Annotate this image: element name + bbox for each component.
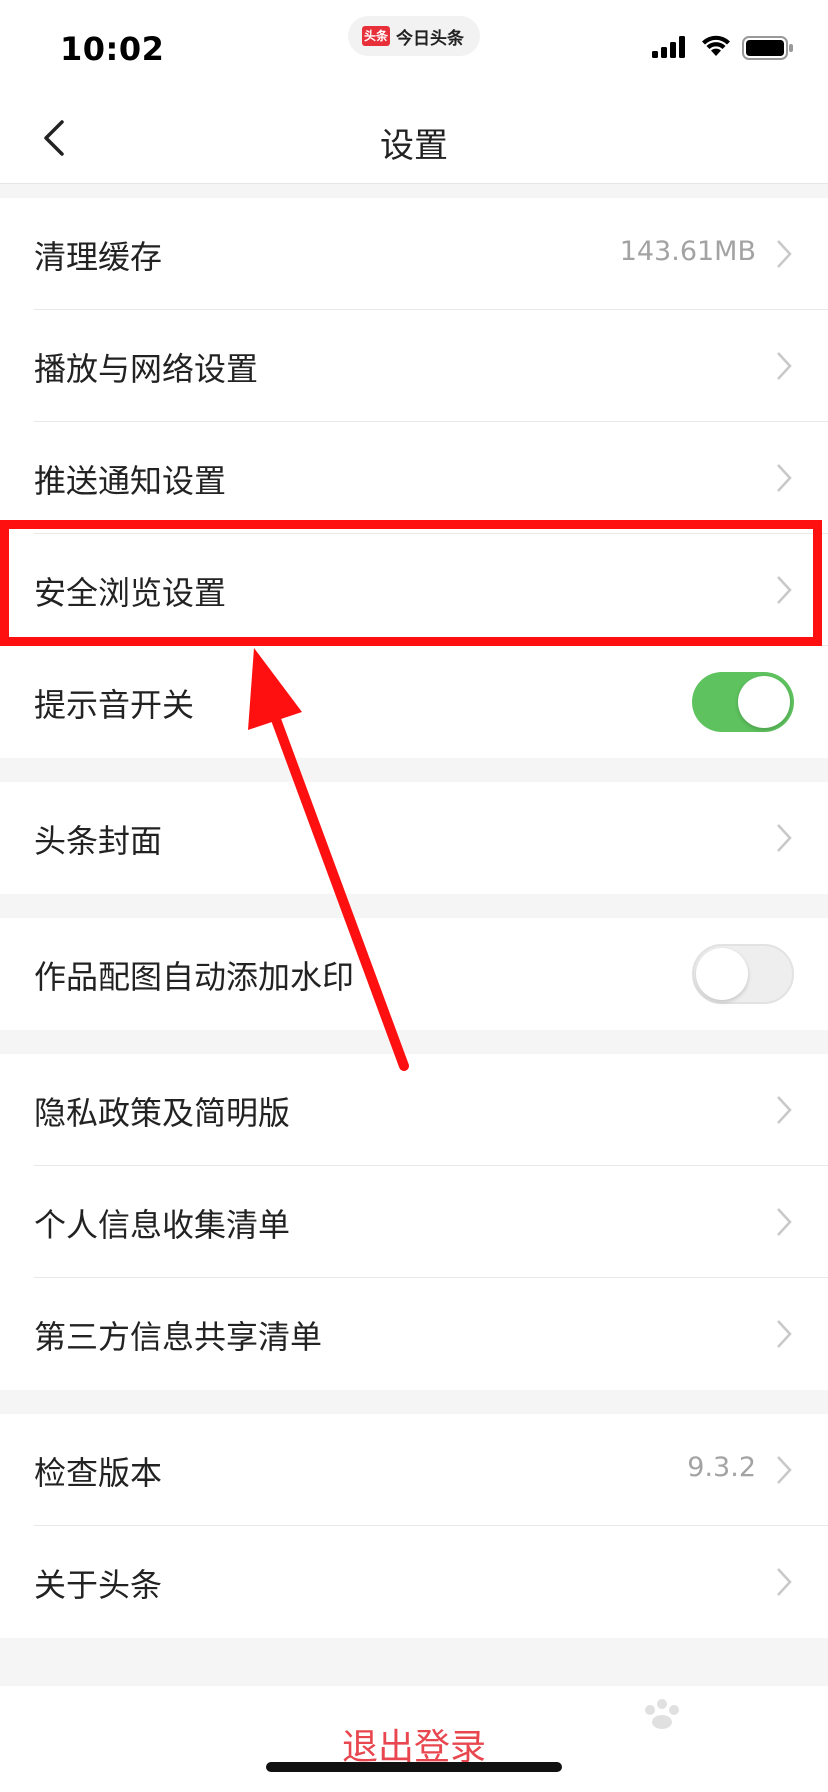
row-label: 隐私政策及简明版 <box>34 1094 291 1132</box>
chevron-right-icon <box>777 1320 792 1348</box>
row-check-version[interactable]: 检查版本 9.3.2 <box>0 1414 828 1526</box>
page-title: 设置 <box>380 126 448 166</box>
annotation-highlight-box <box>0 520 822 646</box>
row-personal-info-list[interactable]: 个人信息收集清单 <box>0 1166 828 1278</box>
chevron-right-icon <box>777 1456 792 1484</box>
row-label: 头条封面 <box>34 822 163 860</box>
app-logo-icon: 头条 <box>362 26 390 46</box>
row-toutiao-cover[interactable]: 头条封面 <box>0 782 828 894</box>
chevron-right-icon <box>777 352 792 380</box>
chevron-right-icon <box>777 1568 792 1596</box>
toggle-knob <box>696 948 748 1000</box>
chevron-right-icon <box>777 824 792 852</box>
signal-icon <box>652 36 685 58</box>
row-label: 推送通知设置 <box>34 462 227 500</box>
cache-size-value: 143.61MB <box>619 236 756 267</box>
version-value: 9.3.2 <box>687 1452 756 1483</box>
row-auto-watermark: 作品配图自动添加水印 <box>0 918 828 1030</box>
toggle-knob <box>738 676 790 728</box>
sound-toggle-switch[interactable] <box>692 672 794 732</box>
settings-group-privacy: 隐私政策及简明版 个人信息收集清单 第三方信息共享清单 <box>0 1054 828 1390</box>
settings-group-about: 检查版本 9.3.2 关于头条 <box>0 1414 828 1638</box>
row-about-toutiao[interactable]: 关于头条 <box>0 1526 828 1638</box>
app-name: 今日头条 <box>396 29 464 49</box>
home-indicator <box>266 1762 562 1772</box>
navigation-bar: 设置 <box>0 92 828 184</box>
row-clear-cache[interactable]: 清理缓存 143.61MB <box>0 198 828 310</box>
row-label: 第三方信息共享清单 <box>34 1318 323 1356</box>
row-label: 检查版本 <box>34 1454 163 1492</box>
row-label: 清理缓存 <box>34 238 163 276</box>
watermark-toggle-switch[interactable] <box>692 944 794 1004</box>
row-push-notification-settings[interactable]: 推送通知设置 <box>0 422 828 534</box>
row-third-party-sharing-list[interactable]: 第三方信息共享清单 <box>0 1278 828 1390</box>
settings-group-watermark: 作品配图自动添加水印 <box>0 918 828 1030</box>
wifi-icon <box>702 35 730 56</box>
baidu-jingyan-watermark <box>645 1699 679 1729</box>
status-bar: 10:02 头条 今日头条 <box>0 0 828 92</box>
row-label: 个人信息收集清单 <box>34 1206 291 1244</box>
row-sound-toggle: 提示音开关 <box>0 646 828 758</box>
settings-group-cover: 头条封面 <box>0 782 828 894</box>
battery-icon <box>742 36 793 60</box>
chevron-right-icon <box>777 240 792 268</box>
row-label: 播放与网络设置 <box>34 350 259 388</box>
row-label: 作品配图自动添加水印 <box>34 958 355 996</box>
row-playback-network-settings[interactable]: 播放与网络设置 <box>0 310 828 422</box>
app-indicator-pill[interactable]: 头条 今日头条 <box>348 16 480 56</box>
status-time: 10:02 <box>60 30 165 68</box>
row-label: 提示音开关 <box>34 686 195 724</box>
row-label: 关于头条 <box>34 1566 163 1604</box>
settings-group-general: 清理缓存 143.61MB 播放与网络设置 推送通知设置 安全浏览设置 提示音开… <box>0 198 828 758</box>
chevron-right-icon <box>777 464 792 492</box>
row-privacy-policy[interactable]: 隐私政策及简明版 <box>0 1054 828 1166</box>
chevron-right-icon <box>777 1096 792 1124</box>
chevron-right-icon <box>777 1208 792 1236</box>
